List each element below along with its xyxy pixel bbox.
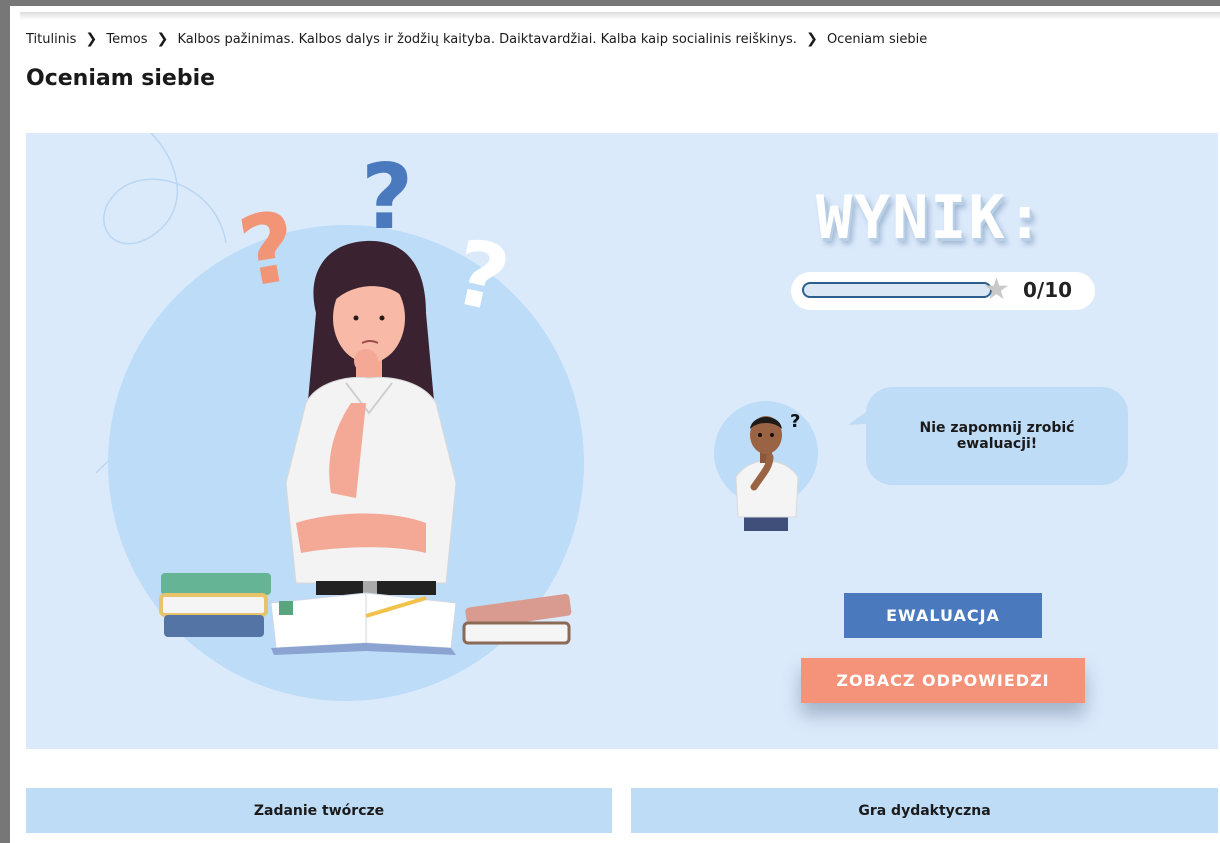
evaluation-button[interactable]: EWALUACJA (844, 593, 1042, 638)
chevron-right-icon: ❯ (806, 31, 818, 47)
chevron-right-icon: ❯ (85, 31, 98, 47)
breadcrumb-item-current: Oceniam siebie (826, 31, 928, 47)
show-answers-button[interactable]: ZOBACZ ODPOWIEDZI (801, 658, 1085, 703)
breadcrumb-item-section[interactable]: Kalbos pažinimas. Kalbos dalys ir žodžių… (177, 32, 796, 47)
score-progress: ★ 0/10 (791, 272, 1095, 310)
mascot-avatar: ? (714, 401, 818, 531)
progress-track (802, 282, 992, 298)
breadcrumb-item-topics[interactable]: Temos (106, 32, 147, 47)
creative-task-card[interactable]: Zadanie twórcze (26, 788, 612, 833)
svg-text:?: ? (361, 145, 413, 250)
speech-bubble: Nie zapomnij zrobić ewaluacji! (866, 387, 1128, 485)
page-title: Oceniam siebie (26, 66, 216, 91)
didactic-game-card[interactable]: Gra dydaktyczna (631, 788, 1218, 833)
score-title: WYNIK: (816, 183, 1045, 253)
frame-shadow (20, 12, 1220, 20)
quiz-result-panel: ? ? ? WYNIK: ★ 0/10 ? Nie zapomnij zrobi… (26, 133, 1218, 749)
breadcrumb: Titulinis ❯ Temos ❯ Kalbos pažinimas. Ka… (26, 31, 927, 47)
score-text: 0/10 (1023, 278, 1073, 302)
thinking-student-illustration: ? ? ? (95, 133, 584, 701)
star-icon: ★ (983, 272, 1010, 307)
svg-text:?: ? (790, 411, 800, 432)
chevron-right-icon: ❯ (156, 31, 169, 47)
breadcrumb-item-home[interactable]: Titulinis (26, 32, 76, 47)
